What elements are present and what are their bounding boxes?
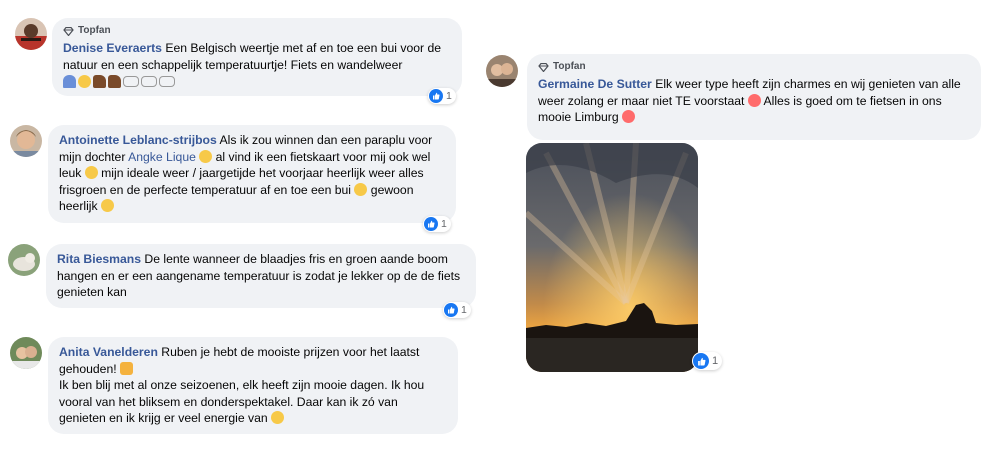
boot-icon <box>108 74 121 88</box>
comment-text: Rita Biesmans De lente wanneer de blaadj… <box>57 251 465 301</box>
comment-body: Ik ben blij met al onze seizoenen, elk h… <box>59 378 425 425</box>
comment-bubble: Antoinette Leblanc-strijbos Als ik zou w… <box>48 125 456 223</box>
diamond-icon <box>538 62 549 72</box>
like-count: 1 <box>461 304 467 316</box>
comment-text: Germaine De Sutter Elk weer type heeft z… <box>538 76 970 126</box>
smiling-hearts-icon <box>622 110 636 123</box>
comment-text: Denise Everaerts Een Belgisch weertje me… <box>63 40 451 73</box>
boot-icon <box>93 74 106 88</box>
smiley-icon <box>271 411 285 424</box>
smiley-icon <box>354 182 368 196</box>
reaction-count[interactable]: 1 <box>443 302 471 318</box>
commenter-name[interactable]: Germaine De Sutter <box>538 77 652 91</box>
comment-text: Anita Vanelderen Ruben je hebt de mooist… <box>59 344 447 377</box>
topfan-badge: Topfan <box>538 61 970 73</box>
umbrella-rain-icon <box>63 74 76 88</box>
comment-photo[interactable] <box>526 143 698 372</box>
smiley-icon <box>101 199 115 212</box>
comment-text: Antoinette Leblanc-strijbos Als ik zou w… <box>59 132 445 215</box>
bicycle-icon <box>159 75 175 87</box>
commenter-name[interactable]: Rita Biesmans <box>57 252 141 266</box>
bicycle-icon <box>141 75 157 87</box>
avatar[interactable] <box>486 55 518 87</box>
like-icon <box>444 303 458 317</box>
comment-text: Ik ben blij met al onze seizoenen, elk h… <box>59 377 447 427</box>
badge-label: Topfan <box>78 25 111 36</box>
like-icon <box>429 89 443 103</box>
like-count: 1 <box>441 218 447 230</box>
comment-bubble: Rita Biesmans De lente wanneer de blaadj… <box>46 244 476 308</box>
avatar[interactable] <box>15 18 47 50</box>
commenter-name[interactable]: Antoinette Leblanc-strijbos <box>59 133 217 147</box>
avatar[interactable] <box>8 244 40 276</box>
like-count: 1 <box>446 90 452 102</box>
mention-link[interactable]: Angke Lique <box>128 150 196 164</box>
avatar[interactable] <box>10 337 42 369</box>
heart-eyes-icon <box>747 93 761 107</box>
like-icon <box>424 217 438 231</box>
comment-bubble: Topfan Denise Everaerts Een Belgisch wee… <box>52 18 462 96</box>
bicycle-icon <box>123 75 139 87</box>
comment-bubble: Anita Vanelderen Ruben je hebt de mooist… <box>48 337 458 434</box>
grin-icon <box>84 166 98 179</box>
thinking-face-icon <box>199 149 213 163</box>
emoji-row <box>63 74 451 88</box>
reaction-count[interactable]: 1 <box>423 216 451 232</box>
diamond-icon <box>63 26 74 36</box>
smiley-icon <box>78 74 91 88</box>
commenter-name[interactable]: Anita Vanelderen <box>59 345 158 359</box>
badge-label: Topfan <box>553 61 586 72</box>
like-icon <box>693 353 709 369</box>
reaction-count[interactable]: 1 <box>428 88 456 104</box>
topfan-badge: Topfan <box>63 25 451 37</box>
comment-bubble: Topfan Germaine De Sutter Elk weer type … <box>527 54 981 140</box>
comment-body: mijn ideale weer / jaargetijde het voorj… <box>59 166 424 197</box>
like-count: 1 <box>712 355 719 367</box>
commenter-name[interactable]: Denise Everaerts <box>63 41 162 55</box>
waving-hand-icon <box>120 361 134 375</box>
reaction-count[interactable]: 1 <box>692 352 723 370</box>
avatar[interactable] <box>10 125 42 157</box>
